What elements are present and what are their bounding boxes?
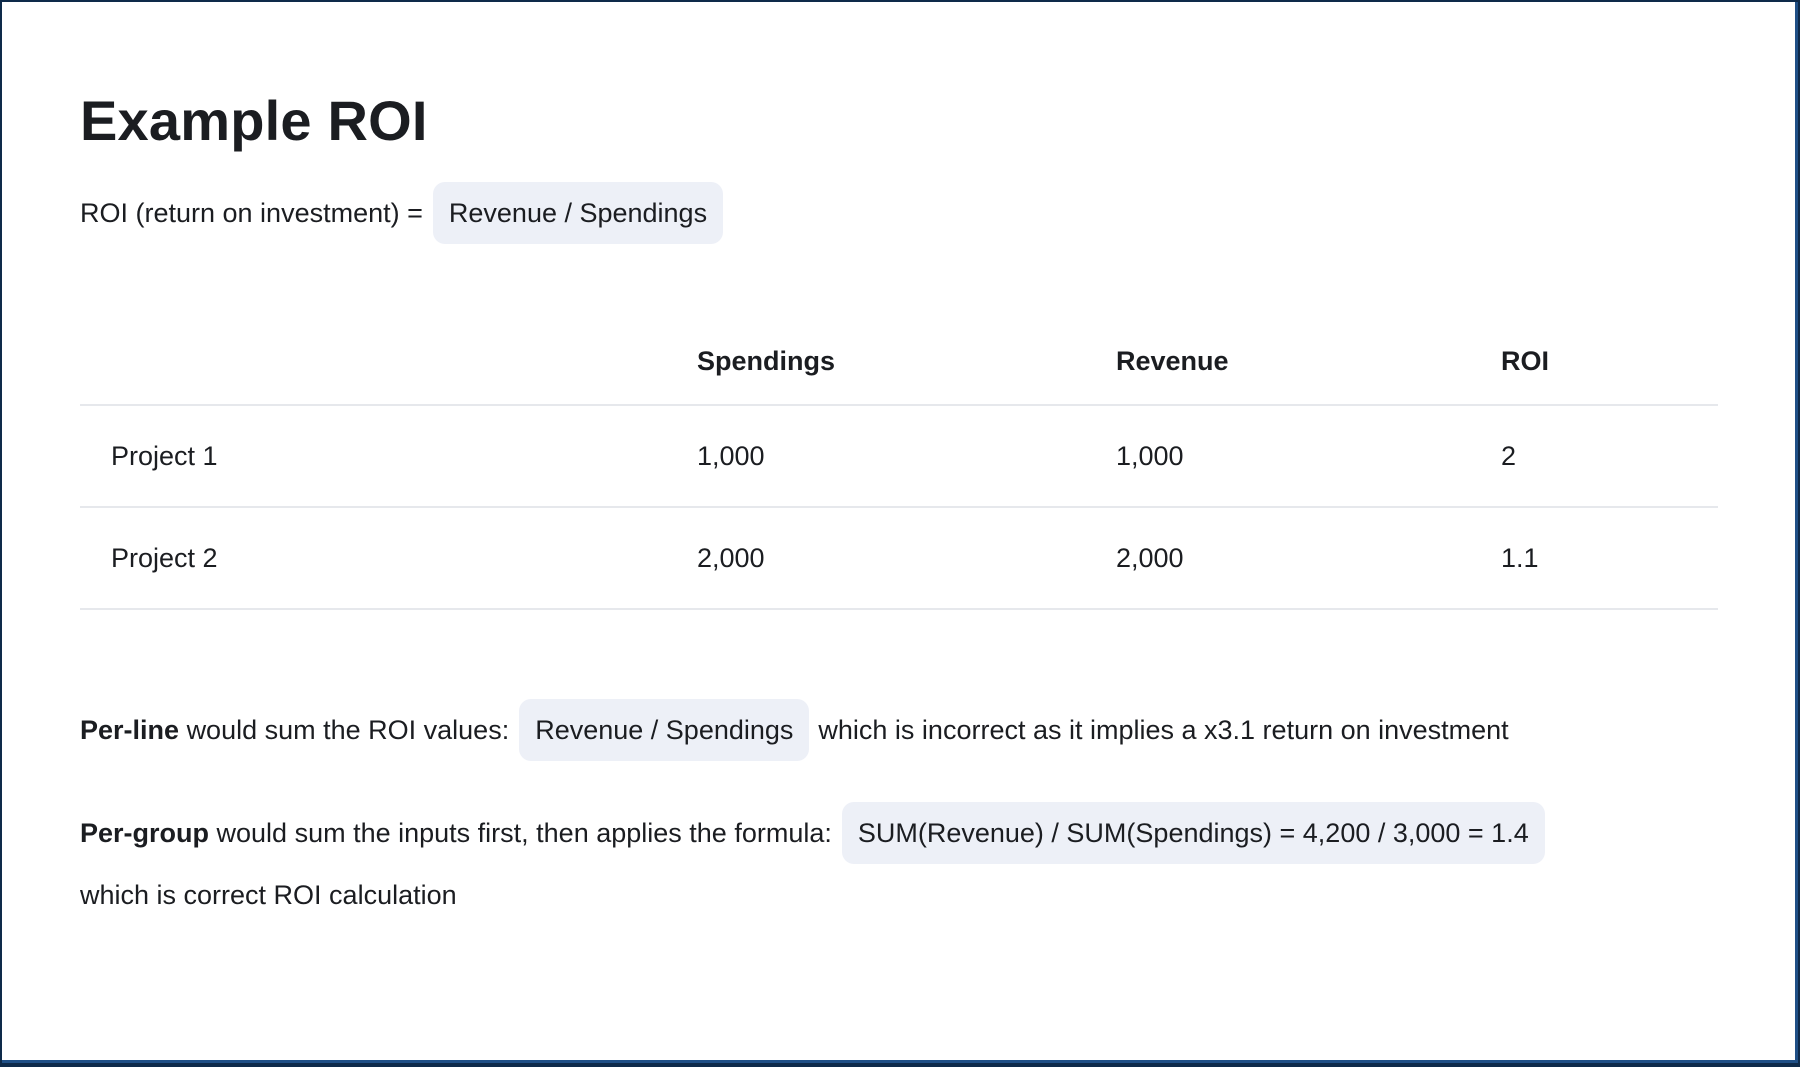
roi-formula-line: ROI (return on investment) = Revenue / S… — [80, 182, 732, 244]
table-row: Project 1 1,000 1,000 2 — [80, 406, 1718, 508]
revenue-cell: 2,000 — [1116, 542, 1184, 573]
per-group-explanation: Per-group would sum the inputs first, th… — [80, 802, 1554, 864]
roi-table: Spendings Revenue ROI Project 1 1,000 1,… — [80, 324, 1718, 610]
per-line-text: would sum the ROI values: — [186, 715, 510, 745]
table-header-row: Spendings Revenue ROI — [80, 324, 1718, 406]
per-group-tail-line: which is correct ROI calculation — [80, 878, 457, 912]
table-header-revenue: Revenue — [1116, 346, 1229, 376]
revenue-cell: 1,000 — [1116, 440, 1184, 471]
table-header-roi: ROI — [1501, 346, 1550, 376]
project-name-cell: Project 2 — [111, 542, 218, 573]
table-row: Project 2 2,000 2,000 1.1 — [80, 508, 1718, 610]
spendings-cell: 1,000 — [697, 440, 765, 471]
spendings-cell: 2,000 — [697, 542, 765, 573]
page-title: Example ROI — [80, 89, 428, 152]
per-group-formula-chip: SUM(Revenue) / SUM(Spendings) = 4,200 / … — [841, 802, 1545, 864]
roi-cell: 2 — [1501, 440, 1517, 471]
roi-cell: 1.1 — [1501, 542, 1539, 573]
per-group-text: would sum the inputs first, then applies… — [216, 818, 832, 848]
per-group-label: Per-group — [80, 818, 210, 848]
per-line-formula-chip: Revenue / Spendings — [519, 699, 810, 761]
roi-formula-chip: Revenue / Spendings — [432, 182, 724, 244]
table-header-spendings: Spendings — [697, 346, 836, 376]
project-name-cell: Project 1 — [111, 440, 218, 471]
document-frame: Example ROI ROI (return on investment) =… — [2, 2, 1798, 1063]
roi-formula-label: ROI (return on investment) = — [80, 198, 423, 228]
per-line-label: Per-line — [80, 715, 180, 745]
per-group-tail: which is correct ROI calculation — [80, 880, 457, 910]
per-line-explanation: Per-line would sum the ROI values: Reven… — [80, 699, 1509, 761]
per-line-tail: which is incorrect as it implies a x3.1 … — [818, 715, 1509, 745]
